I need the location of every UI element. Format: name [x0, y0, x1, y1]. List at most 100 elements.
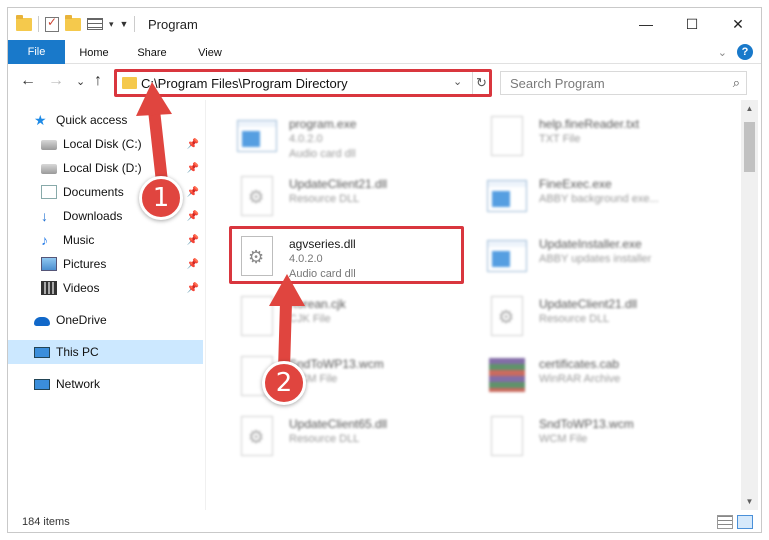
vertical-scrollbar[interactable]: ▲ ▼ [741, 100, 758, 510]
sidebar-item-label: This PC [56, 345, 99, 359]
file-name: UpdateClient21.dll [539, 297, 638, 311]
scroll-down-icon[interactable]: ▼ [741, 493, 758, 510]
file-name: Korean.cjk [289, 297, 346, 311]
sidebar-item-quick-access[interactable]: ★ Quick access [8, 108, 203, 132]
close-button[interactable]: ✕ [715, 8, 761, 40]
maximize-button[interactable]: ☐ [669, 8, 715, 40]
pin-icon[interactable]: 📌 [187, 187, 199, 198]
sidebar-item-label: Pictures [63, 257, 107, 271]
step-1-badge: 1 [139, 176, 183, 220]
file-item[interactable]: UpdateClient21.dll Resource DLL [473, 288, 713, 344]
window-title: Program [148, 17, 198, 32]
sidebar-item-onedrive[interactable]: OneDrive [8, 308, 203, 332]
sidebar-item-music[interactable]: ♪ Music 📌 [8, 228, 203, 252]
forward-icon[interactable]: → [48, 72, 64, 90]
sidebar-item-local-disk-c[interactable]: Local Disk (C:) 📌 [8, 132, 203, 156]
view-icon[interactable] [87, 18, 103, 30]
file-name: UpdateClient65.dll [289, 417, 388, 431]
generic-file-icon [241, 296, 273, 336]
tiles-view-icon[interactable] [737, 515, 753, 529]
back-icon[interactable]: ← [20, 72, 36, 90]
generic-file-icon [491, 416, 523, 456]
pane-divider[interactable] [205, 100, 206, 510]
text-file-icon [491, 116, 523, 156]
file-type: TXT File [539, 133, 581, 145]
scroll-up-icon[interactable]: ▲ [741, 100, 758, 117]
sidebar-item-label: OneDrive [56, 313, 107, 327]
expand-ribbon-icon[interactable]: ⌄ [718, 46, 727, 59]
pin-icon[interactable]: 📌 [187, 163, 199, 174]
file-item[interactable]: UpdateInstaller.exe ABBY updates install… [473, 228, 713, 284]
toolbar-separator [38, 16, 39, 32]
file-item[interactable]: Korean.cjk CJK File [223, 288, 463, 344]
navigation-pane: ★ Quick access Local Disk (C:) 📌 Local D… [8, 100, 205, 510]
sidebar-item-this-pc[interactable]: This PC [8, 340, 203, 364]
sidebar-item-videos[interactable]: Videos 📌 [8, 276, 203, 300]
videos-icon [41, 281, 57, 295]
disk-icon [41, 140, 57, 150]
window-controls: — ☐ ✕ [623, 8, 761, 40]
tab-home[interactable]: Home [71, 42, 117, 64]
title-bar: ▾ ▼ Program — ☐ ✕ [8, 8, 761, 40]
file-item[interactable]: SndToWP13.wcm WCM File [473, 408, 713, 464]
file-item[interactable]: program.exe 4.0.2.0 Audio card dll [223, 108, 463, 164]
view-dropdown-icon[interactable]: ▾ [109, 19, 114, 30]
downloads-icon: ↓ [41, 208, 48, 224]
quick-access-toolbar: ▾ ▼ [16, 14, 136, 32]
file-item[interactable]: help.fineReader.txt TXT File [473, 108, 713, 164]
folder-icon [16, 14, 32, 31]
pin-icon[interactable]: 📌 [187, 235, 199, 246]
new-folder-icon[interactable] [65, 14, 81, 31]
sidebar-item-pictures[interactable]: Pictures 📌 [8, 252, 203, 276]
file-type: Resource DLL [539, 313, 610, 325]
pin-icon[interactable]: 📌 [187, 283, 199, 294]
file-version: 4.0.2.0 [289, 133, 323, 145]
view-buttons [717, 515, 753, 529]
file-type: ABBY background exe... [539, 193, 659, 205]
tab-view[interactable]: View [187, 42, 233, 64]
file-type: Resource DLL [289, 193, 360, 205]
item-count: 184 items [22, 516, 70, 528]
recent-locations-icon[interactable]: ⌄ [76, 75, 85, 88]
toolbar-separator [134, 16, 136, 32]
sidebar-item-label: Documents [63, 185, 124, 199]
file-type: CJK File [289, 313, 331, 325]
details-view-icon[interactable] [717, 515, 733, 529]
up-icon[interactable]: ↑ [94, 72, 102, 90]
sidebar-item-label: Quick access [56, 113, 128, 127]
properties-icon[interactable] [45, 15, 59, 32]
pin-icon[interactable]: 📌 [187, 259, 199, 270]
status-bar: 184 items [8, 510, 761, 532]
pin-icon[interactable]: 📌 [187, 211, 199, 222]
tab-share[interactable]: Share [129, 42, 175, 64]
sidebar-item-label: Network [56, 377, 101, 391]
step-2-badge: 2 [262, 361, 306, 405]
ribbon-right: ⌄ ? [718, 44, 753, 60]
tab-file[interactable]: File [8, 40, 65, 64]
dll-file-icon [241, 416, 273, 456]
archive-file-icon [489, 358, 525, 392]
file-item[interactable]: certificates.cab WinRAR Archive [473, 348, 713, 404]
pin-icon[interactable]: 📌 [187, 139, 199, 150]
customize-toolbar-icon[interactable]: ▼ [120, 19, 129, 29]
file-item[interactable]: FineExec.exe ABBY background exe... [473, 168, 713, 224]
search-placeholder: Search Program [510, 76, 605, 91]
help-icon[interactable]: ? [737, 44, 753, 60]
network-icon [34, 378, 50, 390]
dll-file-icon [491, 296, 523, 336]
minimize-button[interactable]: — [623, 8, 669, 40]
search-icon[interactable]: ⌕ [733, 75, 740, 91]
exe-file-icon [487, 180, 527, 212]
sidebar-item-label: Local Disk (C:) [63, 137, 142, 151]
sidebar-item-network[interactable]: Network [8, 372, 203, 396]
file-highlight-box [229, 226, 464, 284]
scroll-thumb[interactable] [744, 122, 755, 172]
search-input[interactable]: Search Program ⌕ [500, 71, 747, 95]
program-exe-icon [237, 120, 277, 152]
file-item[interactable]: UpdateClient21.dll Resource DLL [223, 168, 463, 224]
ribbon: File Home Share View ⌄ ? [8, 40, 761, 64]
file-list: program.exe 4.0.2.0 Audio card dll help.… [213, 100, 740, 510]
file-item[interactable]: UpdateClient65.dll Resource DLL [223, 408, 463, 464]
file-item[interactable]: SndToWP13.wcm WCM File [223, 348, 463, 404]
sidebar-item-local-disk-d[interactable]: Local Disk (D:) 📌 [8, 156, 203, 180]
